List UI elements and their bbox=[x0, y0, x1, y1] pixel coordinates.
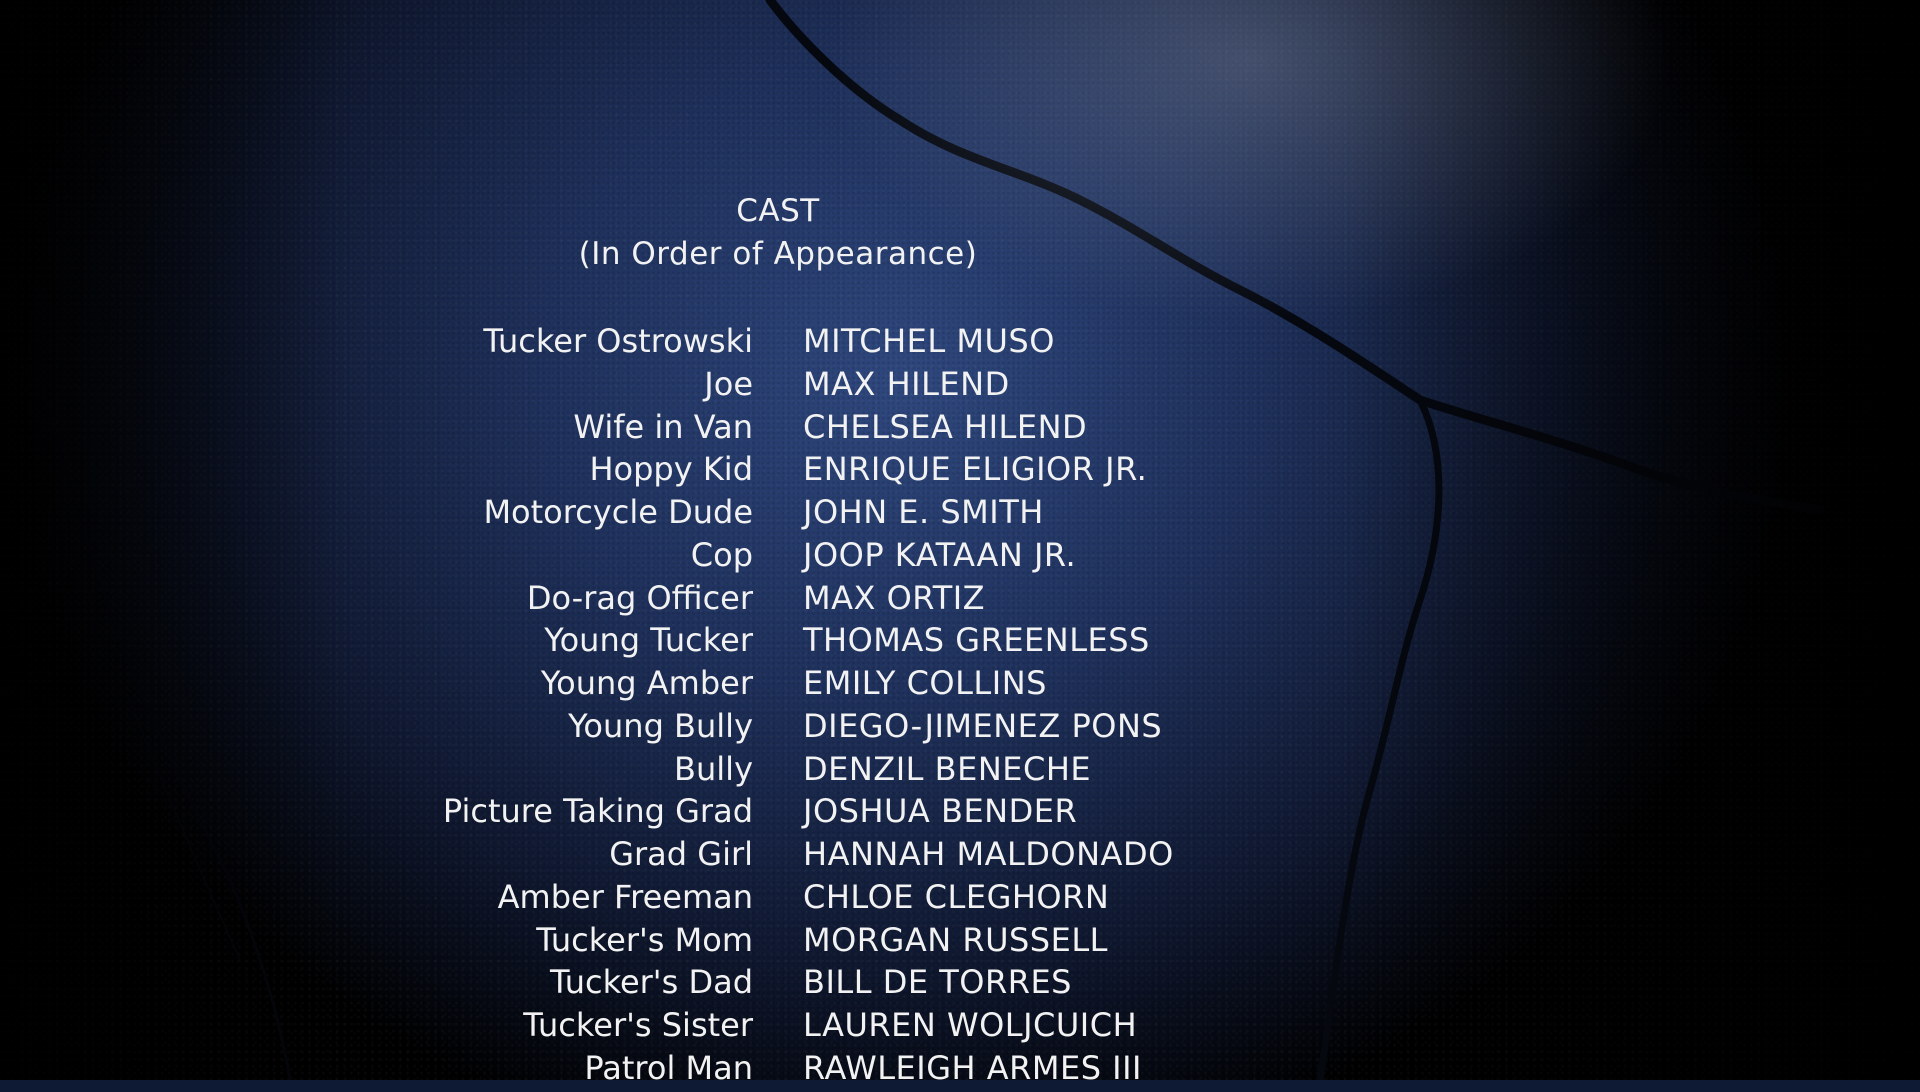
actor-name: RAWLEIGH ARMES III bbox=[803, 1048, 1142, 1087]
cast-row: Patrol Man RAWLEIGH ARMES III bbox=[0, 1049, 1920, 1092]
cast-row: Tucker's Mom MORGAN RUSSELL bbox=[0, 921, 1920, 964]
cast-row: Joe MAX HILEND bbox=[0, 365, 1920, 408]
actor-name: BILL DE TORRES bbox=[803, 963, 1072, 1002]
cast-row: Young Amber EMILY COLLINS bbox=[0, 664, 1920, 707]
cast-row: Cop JOOP KATAAN JR. bbox=[0, 536, 1920, 579]
actor-name: JOOP KATAAN JR. bbox=[803, 535, 1077, 574]
cast-row: Grad Girl HANNAH MALDONADO bbox=[0, 835, 1920, 878]
actor-name: MAX ORTIZ bbox=[803, 578, 986, 617]
actor-name: JOSHUA BENDER bbox=[803, 792, 1078, 831]
cast-row: Amber Freeman CHLOE CLEGHORN bbox=[0, 878, 1920, 921]
cast-row: Picture Taking Grad JOSHUA BENDER bbox=[0, 792, 1920, 835]
character-name: Joe bbox=[704, 364, 753, 403]
cast-row: Motorcycle Dude JOHN E. SMITH bbox=[0, 493, 1920, 536]
actor-name: EMILY COLLINS bbox=[803, 664, 1047, 702]
cast-row: Bully DENZIL BENECHE bbox=[0, 750, 1920, 793]
character-name: Motorcycle Dude bbox=[483, 493, 753, 531]
character-name: Tucker's Mom bbox=[536, 920, 753, 959]
cast-subheading: (In Order of Appearance) bbox=[578, 236, 978, 272]
cast-row: Young Bully DIEGO-JIMENEZ PONS bbox=[0, 707, 1920, 750]
cast-row: Tucker Ostrowski MITCHEL MUSO bbox=[0, 322, 1920, 365]
actor-name: HANNAH MALDONADO bbox=[803, 835, 1174, 873]
character-name: Tucker's Sister bbox=[523, 1006, 753, 1044]
character-name: Cop bbox=[690, 535, 753, 574]
actor-name: MAX HILEND bbox=[803, 364, 1010, 403]
cast-row: Tucker's Dad BILL DE TORRES bbox=[0, 963, 1920, 1006]
character-name: Wife in Van bbox=[573, 407, 753, 446]
actor-name: MITCHEL MUSO bbox=[803, 322, 1055, 360]
character-name: Tucker's Dad bbox=[550, 963, 753, 1002]
character-name: Young Bully bbox=[568, 706, 753, 745]
actor-name: CHLOE CLEGHORN bbox=[803, 877, 1110, 916]
cast-row: Tucker's Sister LAUREN WOLJCUICH bbox=[0, 1006, 1920, 1049]
actor-name: THOMAS GREENLESS bbox=[803, 621, 1150, 660]
character-name: Hoppy Kid bbox=[589, 450, 753, 489]
actor-name: ENRIQUE ELIGIOR JR. bbox=[803, 450, 1148, 489]
actor-name: JOHN E. SMITH bbox=[803, 493, 1044, 531]
character-name: Tucker Ostrowski bbox=[483, 322, 753, 360]
actor-name: DENZIL BENECHE bbox=[803, 749, 1092, 788]
character-name: Bully bbox=[674, 749, 753, 788]
actor-name: MORGAN RUSSELL bbox=[803, 920, 1108, 959]
character-name: Grad Girl bbox=[609, 835, 753, 873]
character-name: Patrol Man bbox=[584, 1048, 753, 1087]
actor-name: DIEGO-JIMENEZ PONS bbox=[803, 706, 1163, 745]
character-name: Do-rag Officer bbox=[526, 578, 753, 617]
cast-row: Do-rag Officer MAX ORTIZ bbox=[0, 579, 1920, 622]
cast-heading: CAST bbox=[736, 193, 820, 229]
cast-row: Wife in Van CHELSEA HILEND bbox=[0, 408, 1920, 451]
cast-row: Young Tucker THOMAS GREENLESS bbox=[0, 621, 1920, 664]
character-name: Picture Taking Grad bbox=[442, 792, 753, 831]
character-name: Young Tucker bbox=[544, 621, 753, 660]
character-name: Amber Freeman bbox=[497, 877, 753, 916]
cast-row: Hoppy Kid ENRIQUE ELIGIOR JR. bbox=[0, 450, 1920, 493]
actor-name: CHELSEA HILEND bbox=[803, 407, 1088, 446]
character-name: Young Amber bbox=[540, 664, 753, 702]
actor-name: LAUREN WOLJCUICH bbox=[803, 1006, 1138, 1044]
